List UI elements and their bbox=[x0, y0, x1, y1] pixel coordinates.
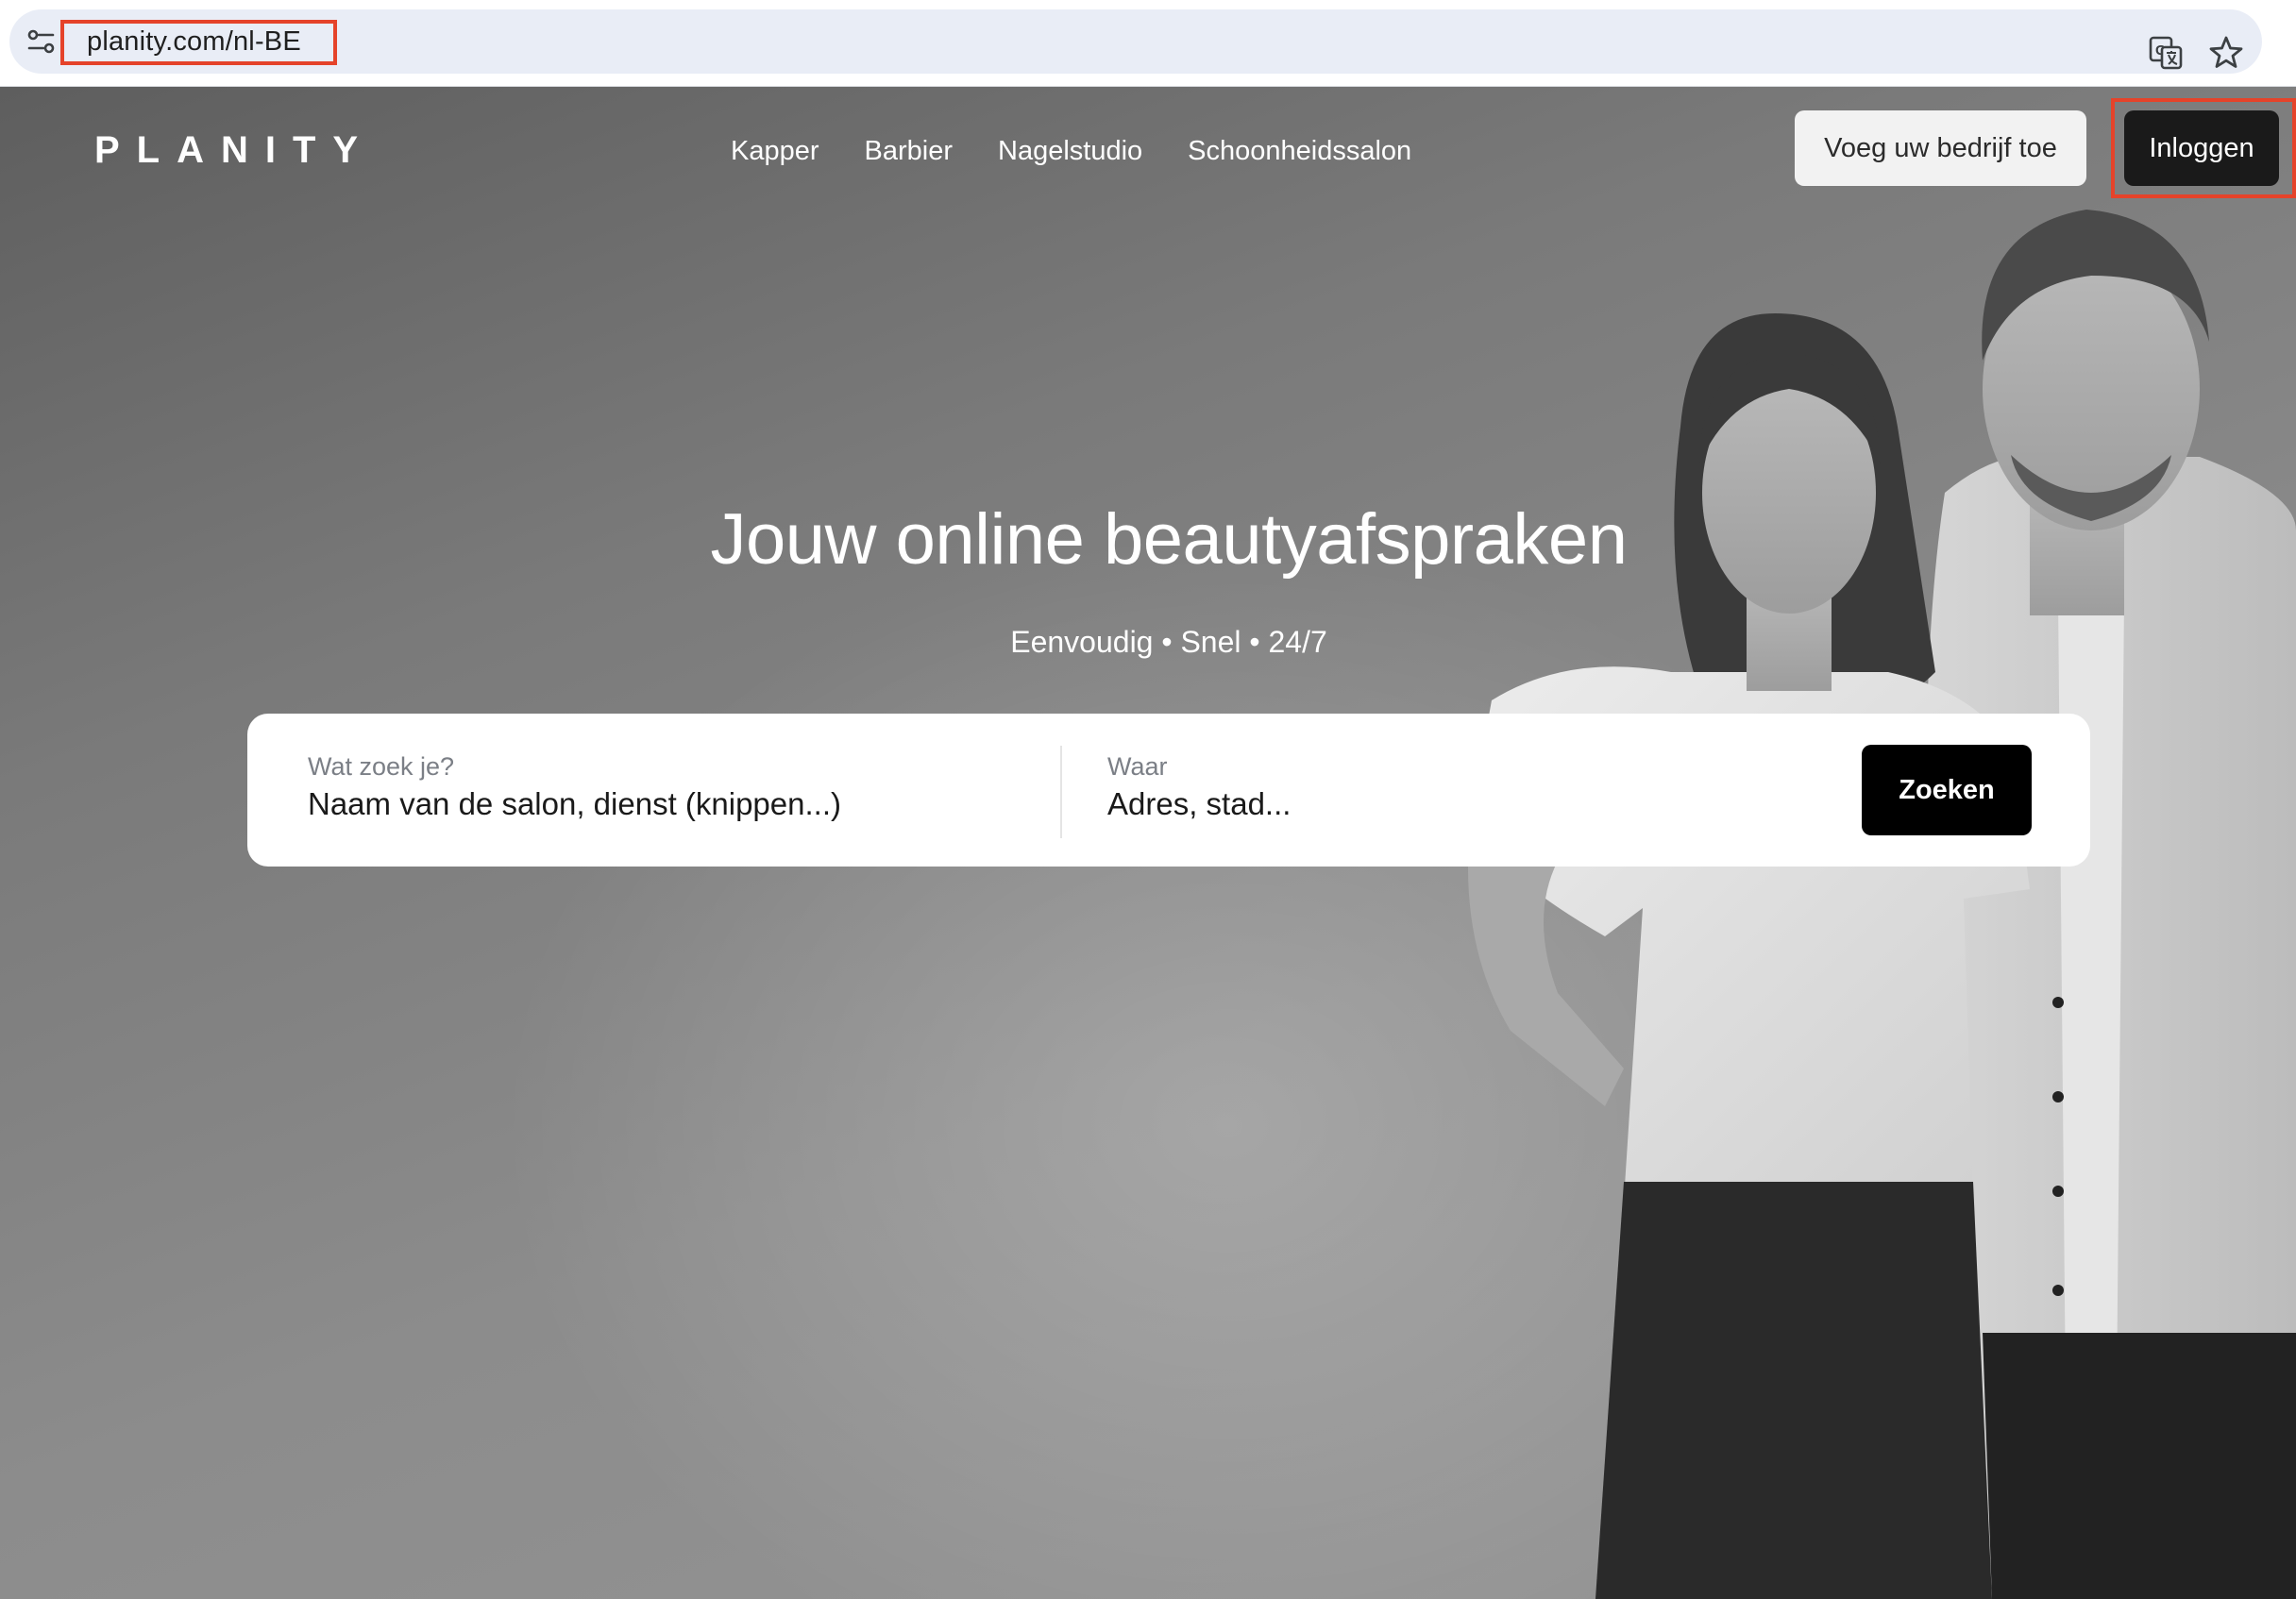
nav-link-kapper[interactable]: Kapper bbox=[731, 128, 819, 174]
address-bar[interactable]: planity.com/nl-BE G bbox=[9, 9, 2262, 74]
search-divider bbox=[1060, 746, 1062, 838]
browser-toolbar: planity.com/nl-BE G bbox=[0, 0, 2296, 87]
main-nav: Kapper Barbier Nagelstudio Schoonheidssa… bbox=[731, 128, 1411, 174]
google-translate-icon[interactable]: G bbox=[2147, 34, 2185, 72]
url-text[interactable]: planity.com/nl-BE bbox=[87, 25, 301, 59]
where-search-input[interactable] bbox=[1107, 783, 1806, 825]
search-button[interactable]: Zoeken bbox=[1862, 745, 2032, 835]
star-icon[interactable] bbox=[2207, 34, 2245, 72]
planity-logo[interactable]: PLANITY bbox=[94, 128, 375, 172]
what-search-field[interactable]: Wat zoek je? bbox=[308, 749, 1025, 825]
hero-headline: Jouw online beautyafspraken bbox=[710, 499, 1628, 580]
where-search-field[interactable]: Waar bbox=[1107, 749, 1806, 825]
nav-link-barbier[interactable]: Barbier bbox=[865, 128, 954, 174]
what-field-label: Wat zoek je? bbox=[308, 752, 455, 781]
tune-icon[interactable] bbox=[25, 25, 59, 59]
add-business-button[interactable]: Voeg uw bedrijf toe bbox=[1795, 110, 2086, 186]
where-field-label: Waar bbox=[1107, 752, 1168, 781]
nav-link-schoonheidssalon[interactable]: Schoonheidssalon bbox=[1188, 128, 1411, 174]
hero-section: PLANITY Kapper Barbier Nagelstudio Schoo… bbox=[0, 87, 2296, 1599]
hero-subtitle: Eenvoudig • Snel • 24/7 bbox=[1010, 625, 1327, 659]
search-bar: Wat zoek je? Waar Zoeken bbox=[247, 714, 2090, 867]
login-button[interactable]: Inloggen bbox=[2124, 110, 2279, 186]
nav-link-nagelstudio[interactable]: Nagelstudio bbox=[998, 128, 1142, 174]
what-search-input[interactable] bbox=[308, 783, 1025, 825]
